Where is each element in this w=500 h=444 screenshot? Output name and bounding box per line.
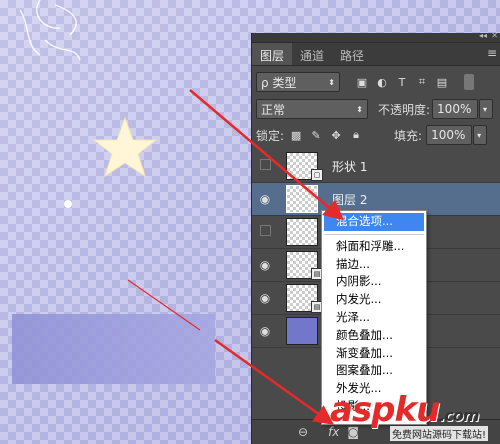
dot-shape bbox=[64, 200, 72, 208]
image-filter-icon[interactable]: ▣ bbox=[354, 74, 370, 90]
filter-row: ρ 类型 ⬍ ▣ ◐ T ⌗ ▤ bbox=[252, 69, 500, 95]
layer-thumbnail: ▤ bbox=[286, 284, 323, 313]
lock-label: 锁定: bbox=[256, 128, 285, 143]
menu-item-inner-glow[interactable]: 内发光... bbox=[322, 291, 426, 309]
menu-item-color-overlay[interactable]: 颜色叠加... bbox=[322, 327, 426, 345]
layer-thumbnail: ▢ bbox=[286, 152, 323, 181]
shape-badge-icon: ▢ bbox=[311, 169, 323, 181]
layer-thumbnail bbox=[286, 185, 318, 213]
lock-row: 锁定: ▩ ✎ ✥ 🔒︎ 填充: 100% ▾ bbox=[252, 122, 500, 148]
panel-menu-icon[interactable]: ≡ bbox=[483, 43, 500, 65]
panel-tabs: 图层 通道 路径 ≡ bbox=[252, 43, 500, 66]
filter-kind-select[interactable]: ρ 类型 ⬍ bbox=[256, 72, 340, 92]
menu-item-inner-shadow[interactable]: 内阴影... bbox=[322, 273, 426, 291]
fill-input[interactable]: 100% bbox=[426, 125, 473, 145]
type-filter-icon[interactable]: T bbox=[394, 74, 410, 90]
filter-kind-label: ρ 类型 bbox=[261, 75, 297, 90]
watermark-dot: .com bbox=[439, 406, 479, 425]
layer-row[interactable]: ▢ 形状 1 bbox=[252, 150, 500, 183]
menu-item-satin[interactable]: 光泽... bbox=[322, 309, 426, 327]
opacity-input[interactable]: 100% bbox=[432, 99, 479, 119]
panel-header: ◂◂ ✕ bbox=[252, 31, 500, 43]
opacity-value: 100% bbox=[437, 102, 472, 116]
link-layers-icon[interactable]: ⊖ bbox=[298, 425, 308, 439]
star-shape bbox=[92, 116, 158, 178]
menu-item-blending-options[interactable]: 混合选项... bbox=[324, 213, 424, 231]
visibility-toggle[interactable] bbox=[252, 159, 278, 173]
blend-mode-value: 正常 bbox=[261, 102, 286, 117]
filter-toggle-icon[interactable] bbox=[464, 74, 474, 90]
visibility-toggle[interactable] bbox=[252, 225, 278, 239]
watermark-main: aspku bbox=[330, 390, 440, 430]
tab-layers[interactable]: 图层 bbox=[252, 43, 293, 65]
layer-thumbnail: ▤ bbox=[286, 251, 323, 280]
menu-item-bevel-emboss[interactable]: 斜面和浮雕... bbox=[322, 238, 426, 256]
updown-icon: ⬍ bbox=[328, 77, 335, 87]
eye-icon[interactable]: ◉ bbox=[252, 258, 278, 272]
layer-thumbnail bbox=[286, 317, 318, 345]
menu-item-stroke[interactable]: 描边... bbox=[322, 256, 426, 274]
opacity-label: 不透明度: bbox=[378, 102, 431, 117]
tab-paths[interactable]: 路径 bbox=[332, 43, 372, 65]
fill-dropdown-icon[interactable]: ▾ bbox=[473, 125, 488, 145]
smart-object-filter-icon[interactable]: ▤ bbox=[434, 74, 450, 90]
lock-all-icon[interactable]: 🔒︎ bbox=[348, 127, 364, 143]
eye-icon[interactable]: ◉ bbox=[252, 192, 278, 206]
menu-separator bbox=[324, 233, 424, 235]
collapse-icon[interactable]: ◂◂ bbox=[479, 31, 487, 40]
tab-channels[interactable]: 通道 bbox=[292, 43, 332, 65]
blend-mode-select[interactable]: 正常 ⬍ bbox=[256, 99, 368, 119]
layer-thumbnail bbox=[286, 218, 318, 246]
lock-position-icon[interactable]: ✥ bbox=[328, 127, 344, 143]
menu-item-gradient-overlay[interactable]: 渐变叠加... bbox=[322, 345, 426, 363]
close-icon[interactable]: ✕ bbox=[491, 31, 498, 40]
opacity-dropdown-icon[interactable]: ▾ bbox=[479, 99, 494, 119]
blend-row: 正常 ⬍ 不透明度: 100% ▾ bbox=[252, 96, 500, 122]
adjustment-filter-icon[interactable]: ◐ bbox=[374, 74, 390, 90]
eye-icon[interactable]: ◉ bbox=[252, 324, 278, 338]
line-art-decoration bbox=[19, 0, 81, 61]
shape-filter-icon[interactable]: ⌗ bbox=[414, 74, 430, 90]
fill-label: 填充: bbox=[394, 128, 423, 143]
layer-name: 图层 2 bbox=[332, 192, 368, 207]
lock-image-icon[interactable]: ✎ bbox=[308, 127, 324, 143]
updown-icon: ⬍ bbox=[356, 104, 363, 114]
fill-value: 100% bbox=[431, 128, 466, 142]
lock-transparency-icon[interactable]: ▩ bbox=[288, 127, 304, 143]
eye-icon[interactable]: ◉ bbox=[252, 291, 278, 305]
watermark-logo: aspku.com bbox=[330, 390, 480, 430]
banner-shape bbox=[12, 314, 215, 384]
menu-item-pattern-overlay[interactable]: 图案叠加... bbox=[322, 362, 426, 380]
watermark-subtitle: 免费网站源码下载站! bbox=[390, 426, 489, 441]
layer-name: 形状 1 bbox=[332, 159, 368, 174]
